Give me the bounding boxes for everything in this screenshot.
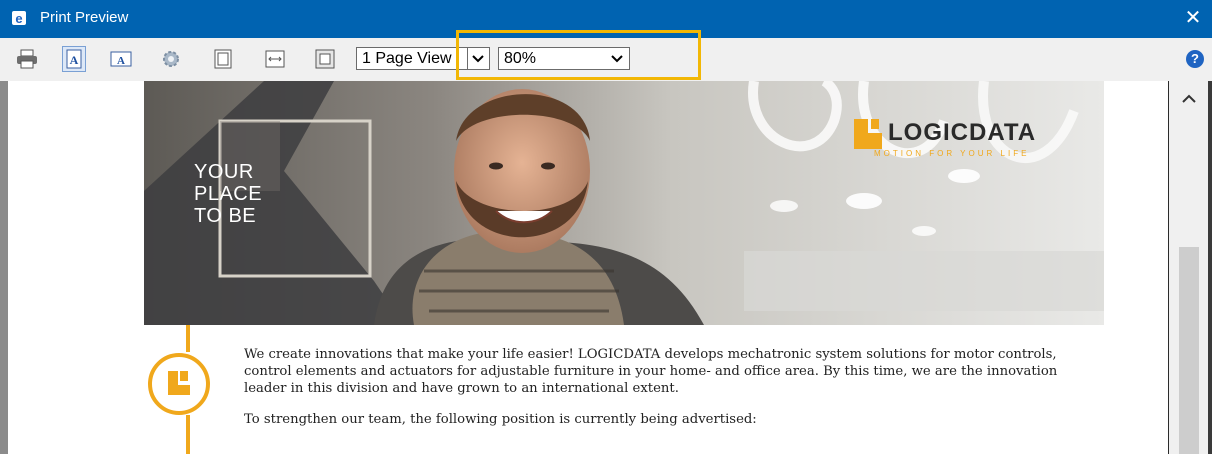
- vertical-scrollbar[interactable]: [1168, 81, 1212, 454]
- view-select-value: 1 Page View: [362, 50, 452, 67]
- headline-line: TO BE: [194, 205, 257, 227]
- chevron-down-icon[interactable]: [467, 48, 488, 69]
- print-preview-icon: e: [10, 9, 28, 27]
- print-icon[interactable]: [16, 48, 38, 70]
- svg-text:e: e: [15, 11, 22, 26]
- svg-text:A: A: [70, 53, 79, 67]
- page-width-icon[interactable]: [264, 48, 286, 70]
- logo-badge-icon: [148, 353, 210, 415]
- timeline-line-top: [186, 325, 190, 352]
- help-icon[interactable]: ?: [1186, 50, 1204, 68]
- banner-image: YOUR PLACE TO BE LOGICDATA MOTION FOR YO…: [144, 81, 1104, 325]
- title-bar: e Print Preview ✕: [0, 0, 1212, 38]
- portrait-icon[interactable]: A: [62, 46, 86, 72]
- headline-line: PLACE: [194, 183, 263, 205]
- toolbar: A A 1 Page View 80% ?: [0, 38, 1212, 82]
- view-select[interactable]: 1 Page View: [356, 47, 490, 70]
- scroll-up-icon[interactable]: [1179, 89, 1199, 109]
- banner-headline: YOUR PLACE TO BE: [194, 161, 262, 227]
- full-page-icon[interactable]: [212, 48, 234, 70]
- paragraph-line: control elements and actuators for adjus…: [244, 364, 1058, 379]
- brand-tagline: MOTION FOR YOUR LIFE: [874, 149, 1030, 158]
- intro-paragraph: We create innovations that make your lif…: [244, 346, 1057, 397]
- paragraph-line: We create innovations that make your lif…: [244, 347, 1057, 362]
- scrollbar-thumb[interactable]: [1179, 247, 1199, 454]
- window-right-border: [1208, 81, 1212, 454]
- svg-text:A: A: [117, 55, 125, 67]
- preview-page: YOUR PLACE TO BE LOGICDATA MOTION FOR YO…: [8, 81, 1168, 454]
- page-setup-icon[interactable]: [160, 48, 182, 70]
- position-paragraph: To strengthen our team, the following po…: [244, 412, 757, 427]
- close-button[interactable]: ✕: [1182, 6, 1204, 30]
- chevron-down-icon[interactable]: [607, 48, 627, 69]
- shrink-to-fit-icon[interactable]: [314, 48, 336, 70]
- timeline-line-bottom: [186, 415, 190, 454]
- window-title: Print Preview: [40, 9, 129, 26]
- brand-name: LOGICDATA: [888, 119, 1037, 146]
- paragraph-line: leader in this division and have grown t…: [244, 381, 679, 396]
- zoom-select[interactable]: 80%: [498, 47, 630, 70]
- headline-line: YOUR: [194, 161, 254, 183]
- landscape-icon[interactable]: A: [110, 48, 132, 70]
- zoom-select-value: 80%: [504, 50, 537, 67]
- viewport-left-border: [0, 81, 8, 454]
